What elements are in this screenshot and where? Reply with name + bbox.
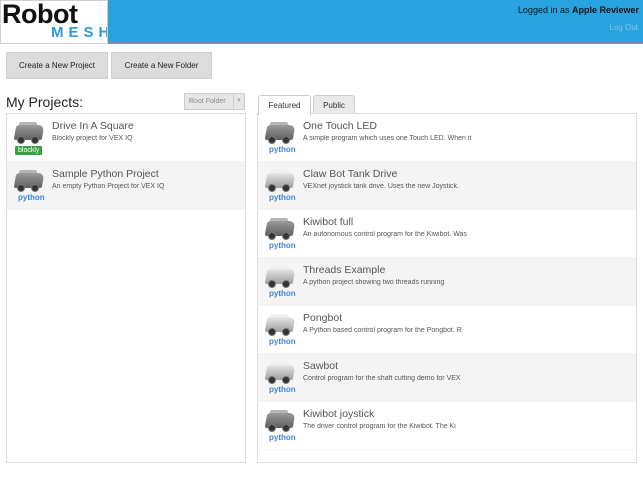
featured-row[interactable]: python Pongbot A Python based control pr… (258, 306, 636, 354)
project-row[interactable]: blockly Drive In A Square Blockly projec… (7, 114, 245, 162)
login-prefix: Logged in as (517, 5, 572, 15)
logo-mesh-text: MESH (51, 24, 107, 41)
featured-description: The driver control program for the Kiwib… (303, 423, 456, 430)
python-badge: python (269, 289, 296, 298)
project-title: Drive In A Square (52, 120, 134, 132)
featured-projects-list: python One Touch LED A simple program wh… (257, 113, 637, 463)
robot-icon: python (264, 407, 296, 443)
featured-description: VEXnet joystick tank drive. Uses the new… (303, 183, 460, 190)
featured-title: Sawbot (303, 360, 339, 372)
python-badge: python (269, 385, 296, 394)
featured-row[interactable]: python Kiwibot joystick The driver contr… (258, 402, 636, 450)
folder-select-value: Root Folder (189, 98, 226, 105)
featured-description: A simple program which uses one Touch LE… (303, 135, 472, 142)
robot-icon: python (264, 263, 296, 299)
robot-icon: python (264, 167, 296, 203)
python-badge: python (269, 433, 296, 442)
project-title: Sample Python Project (52, 168, 159, 180)
create-project-button[interactable]: Create a New Project (6, 52, 108, 79)
featured-description: A Python based control program for the P… (303, 327, 462, 334)
tab-public[interactable]: Public (313, 95, 355, 114)
featured-title: Kiwibot joystick (303, 408, 375, 420)
python-badge: python (269, 145, 296, 154)
python-badge: python (18, 193, 45, 202)
robot-icon: python (264, 119, 296, 155)
logout-link[interactable]: Log Out (610, 23, 638, 32)
blockly-badge: blockly (15, 146, 43, 155)
folder-select[interactable]: Root Folder ▼ (184, 93, 245, 110)
my-projects-title: My Projects: (6, 94, 84, 110)
featured-row[interactable]: python Claw Bot Tank Drive VEXnet joysti… (258, 162, 636, 210)
python-badge: python (269, 337, 296, 346)
robot-icon: python (264, 311, 296, 347)
top-header: Robot MESH Logged in as Apple Reviewer L… (0, 0, 643, 44)
project-description: Blockly project for VEX IQ (52, 135, 133, 142)
featured-title: Pongbot (303, 312, 343, 324)
login-status: Logged in as Apple Reviewer (518, 5, 639, 15)
robot-icon: python (13, 167, 45, 203)
featured-title: Kiwibot full (303, 216, 354, 228)
featured-title: Claw Bot Tank Drive (303, 168, 398, 180)
python-badge: python (269, 193, 296, 202)
featured-row[interactable]: python Threads Example A python project … (258, 258, 636, 306)
featured-title: One Touch LED (303, 120, 377, 132)
featured-row[interactable]: python Sawbot Control program for the sh… (258, 354, 636, 402)
my-projects-list: blockly Drive In A Square Blockly projec… (6, 113, 246, 463)
user-name: Apple Reviewer (571, 5, 639, 15)
tab-featured[interactable]: Featured (258, 95, 311, 115)
featured-description: A python project showing two threads run… (303, 279, 445, 286)
robot-icon: python (264, 359, 296, 395)
python-badge: python (269, 241, 296, 250)
featured-description: Control program for the shaft cutting de… (303, 375, 461, 382)
featured-row[interactable]: python One Touch LED A simple program wh… (258, 114, 636, 162)
featured-title: Threads Example (303, 264, 386, 276)
chevron-down-icon: ▼ (233, 94, 244, 109)
featured-description: An autonomous control program for the Ki… (303, 231, 467, 238)
robot-icon: python (264, 215, 296, 251)
robotmesh-logo[interactable]: Robot MESH (0, 0, 108, 44)
project-row[interactable]: python Sample Python Project An empty Py… (7, 162, 245, 210)
robot-icon: blockly (13, 119, 45, 155)
create-folder-button[interactable]: Create a New Folder (111, 52, 212, 79)
featured-row[interactable]: python Kiwibot full An autonomous contro… (258, 210, 636, 258)
project-description: An empty Python Project for VEX IQ (52, 183, 165, 190)
